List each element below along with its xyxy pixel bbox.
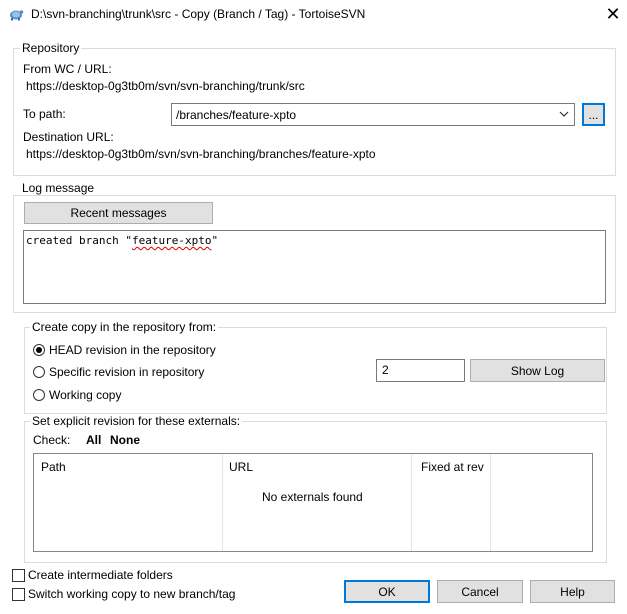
to-path-combobox[interactable]: /branches/feature-xpto (171, 103, 575, 126)
recent-messages-button[interactable]: Recent messages (24, 202, 213, 224)
specific-revision-label[interactable]: Specific revision in repository (49, 365, 204, 379)
revision-value: 2 (382, 363, 389, 377)
help-button[interactable]: Help (530, 580, 615, 603)
specific-revision-radio[interactable] (33, 366, 45, 378)
externals-check-none-link[interactable]: None (110, 433, 140, 447)
window-title: D:\svn-branching\trunk\src - Copy (Branc… (31, 7, 366, 21)
cancel-button[interactable]: Cancel (437, 580, 523, 603)
externals-column-header-url[interactable]: URL (229, 460, 253, 474)
to-path-label: To path: (23, 107, 66, 121)
externals-empty-text: No externals found (262, 490, 363, 504)
to-path-value: /branches/feature-xpto (176, 108, 297, 122)
working-copy-radio[interactable] (33, 389, 45, 401)
externals-check-all-link[interactable]: All (86, 433, 101, 447)
from-wc-value: https://desktop-0g3tb0m/svn/svn-branchin… (26, 79, 305, 93)
create-intermediate-folders-label[interactable]: Create intermediate folders (28, 568, 173, 582)
close-icon[interactable]: ✕ (600, 2, 626, 26)
externals-list[interactable]: Path URL Fixed at rev No externals found (33, 453, 593, 552)
log-message-textarea[interactable]: created branch "feature-xpto" (23, 230, 606, 304)
destination-url-label: Destination URL: (23, 130, 114, 144)
browse-button[interactable]: ... (582, 103, 605, 126)
head-revision-radio[interactable] (33, 344, 45, 356)
switch-working-copy-label[interactable]: Switch working copy to new branch/tag (28, 587, 235, 601)
switch-working-copy-checkbox[interactable] (12, 588, 25, 601)
log-message-group-label: Log message (20, 181, 97, 195)
externals-column-header-path[interactable]: Path (41, 460, 66, 474)
externals-column-header-fixed-rev[interactable]: Fixed at rev (421, 460, 484, 474)
create-intermediate-folders-checkbox[interactable] (12, 569, 25, 582)
working-copy-label[interactable]: Working copy (49, 388, 121, 402)
head-revision-label[interactable]: HEAD revision in the repository (49, 343, 216, 357)
destination-url-value: https://desktop-0g3tb0m/svn/svn-branchin… (26, 147, 376, 161)
show-log-button[interactable]: Show Log (470, 359, 605, 382)
misspelled-word: feature-xpto (131, 234, 212, 247)
chevron-down-icon[interactable] (558, 107, 570, 121)
log-message-text: created branch "feature-xpto" (26, 234, 219, 247)
externals-check-label: Check: (33, 433, 71, 447)
repository-group-label: Repository (20, 41, 82, 55)
copy-from-group-label: Create copy in the repository from: (30, 320, 219, 334)
from-wc-label: From WC / URL: (23, 62, 112, 76)
revision-input[interactable]: 2 (376, 359, 465, 382)
tortoisesvn-app-icon (10, 10, 24, 21)
externals-group-label: Set explicit revision for these external… (30, 414, 243, 428)
ok-button[interactable]: OK (344, 580, 430, 603)
